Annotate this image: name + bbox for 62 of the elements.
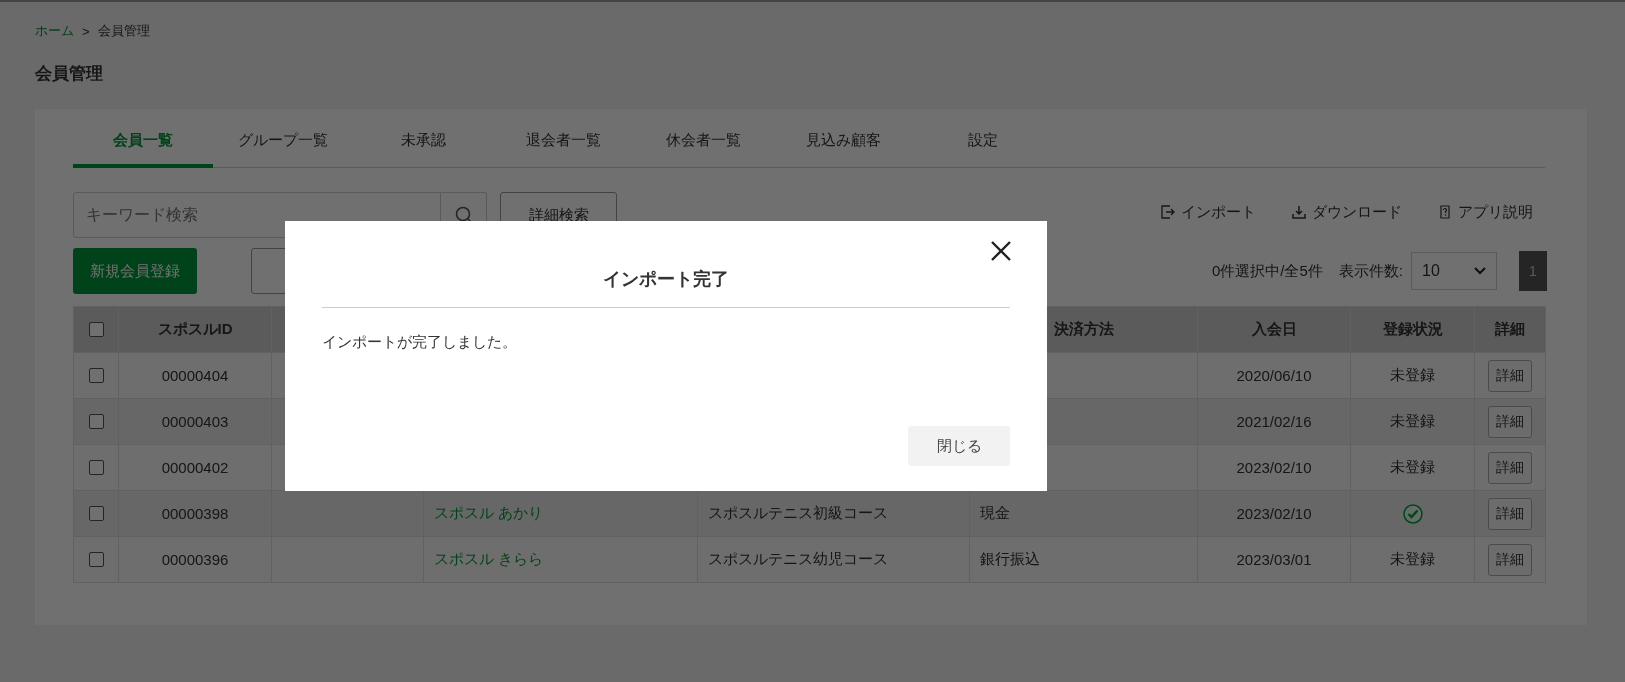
column-header: 入会日 bbox=[1251, 320, 1297, 339]
tab[interactable]: 未承認 bbox=[353, 119, 493, 168]
tab[interactable]: 設定 bbox=[913, 119, 1053, 168]
checkbox[interactable] bbox=[88, 552, 104, 567]
column-header: 決済方法 bbox=[1053, 320, 1114, 339]
breadcrumb-current: 会員管理 bbox=[97, 22, 150, 40]
action-link[interactable]: インポート bbox=[1161, 202, 1256, 222]
table-cell: 銀行振込 bbox=[980, 550, 1040, 569]
detail-button[interactable]: 詳細 bbox=[1488, 543, 1532, 576]
column-header: 詳細 bbox=[1495, 320, 1525, 339]
table-cell: 00000398 bbox=[161, 505, 229, 522]
action-link[interactable]: ダウンロード bbox=[1292, 202, 1402, 222]
page-size-select[interactable]: 10 bbox=[1411, 252, 1497, 290]
checkbox[interactable] bbox=[88, 322, 104, 337]
table-cell: 00000402 bbox=[161, 459, 229, 476]
selection-count: 0件選択中/全5件 bbox=[1211, 261, 1323, 281]
table-cell: 2020/06/10 bbox=[1236, 367, 1312, 384]
table-cell: 2023/02/10 bbox=[1236, 505, 1312, 522]
import-icon bbox=[1161, 205, 1175, 219]
checkbox[interactable] bbox=[88, 506, 104, 521]
checkbox[interactable] bbox=[88, 414, 104, 429]
tab[interactable]: 会員一覧 bbox=[73, 119, 213, 168]
table-cell: 現金 bbox=[980, 504, 1010, 523]
table-cell: 2021/02/16 bbox=[1236, 413, 1312, 430]
detail-button[interactable]: 詳細 bbox=[1488, 497, 1532, 530]
column-header: 登録状況 bbox=[1382, 320, 1443, 339]
page-size-label: 表示件数: bbox=[1338, 261, 1403, 281]
column-header: スポスルID bbox=[157, 320, 233, 339]
dialog-title: インポート完了 bbox=[322, 267, 1010, 308]
detail-button[interactable]: 詳細 bbox=[1488, 451, 1532, 484]
table-cell: スポスルテニス幼児コース bbox=[708, 550, 888, 569]
table-cell: 未登録 bbox=[1390, 366, 1435, 385]
download-icon bbox=[1292, 205, 1306, 219]
checkbox[interactable] bbox=[88, 368, 104, 383]
page-title: 会員管理 bbox=[35, 63, 104, 85]
table-cell: 2023/02/10 bbox=[1236, 459, 1312, 476]
breadcrumb-separator: > bbox=[82, 23, 90, 39]
table-cell: スポスルテニス初級コース bbox=[708, 504, 888, 523]
table-cell: 00000404 bbox=[161, 367, 229, 384]
detail-button[interactable]: 詳細 bbox=[1488, 405, 1532, 438]
close-icon[interactable] bbox=[990, 240, 1012, 262]
action-link[interactable]: アプリ説明 bbox=[1438, 202, 1533, 222]
member-name-link[interactable]: スポスル きらら bbox=[434, 550, 544, 569]
dialog-message: インポートが完了しました。 bbox=[322, 333, 518, 352]
table-cell: 未登録 bbox=[1390, 458, 1435, 477]
new-member-button[interactable]: 新規会員登録 bbox=[73, 248, 197, 294]
table-cell: 未登録 bbox=[1390, 550, 1435, 569]
member-name-link[interactable]: スポスル あかり bbox=[434, 504, 544, 523]
table-cell: 00000403 bbox=[161, 413, 229, 430]
tab[interactable]: 見込み顧客 bbox=[773, 119, 913, 168]
checkbox[interactable] bbox=[88, 460, 104, 475]
table-cell: 未登録 bbox=[1390, 412, 1435, 431]
chevron-down-icon bbox=[1474, 267, 1486, 275]
tab[interactable]: 休会者一覧 bbox=[633, 119, 773, 168]
detail-button[interactable]: 詳細 bbox=[1488, 359, 1532, 392]
help-icon bbox=[1438, 205, 1452, 219]
close-button[interactable]: 閉じる bbox=[908, 426, 1010, 466]
table-cell: 00000396 bbox=[161, 551, 229, 568]
table-cell: 2023/03/01 bbox=[1236, 551, 1312, 568]
tab[interactable]: グループ一覧 bbox=[213, 119, 353, 168]
tab[interactable]: 退会者一覧 bbox=[493, 119, 633, 168]
breadcrumb-link[interactable]: ホーム bbox=[35, 22, 74, 40]
